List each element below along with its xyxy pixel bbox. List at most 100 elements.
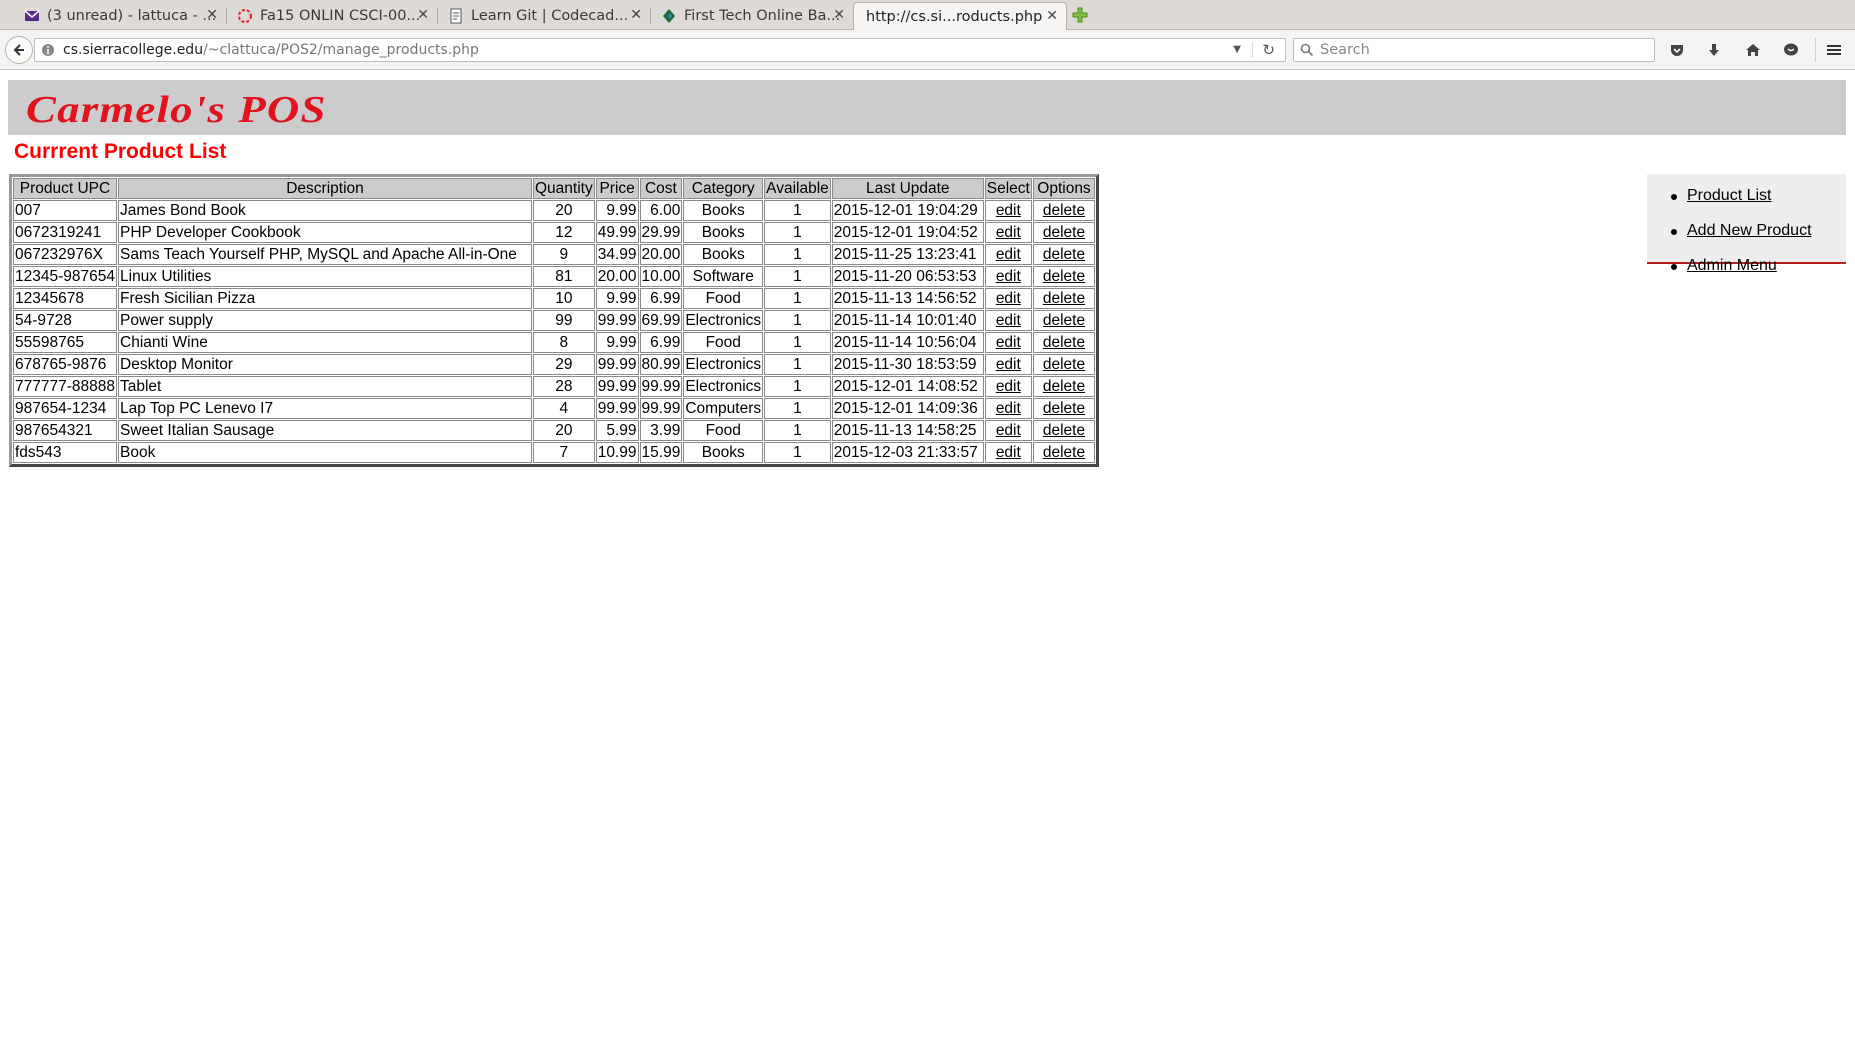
select-cell: edit [984, 266, 1032, 287]
options-cell: delete [1032, 354, 1096, 375]
cost-cell: 29.99 [639, 222, 683, 243]
edit-link[interactable]: edit [996, 444, 1021, 461]
description-cell: Book [118, 442, 532, 463]
download-icon[interactable] [1704, 40, 1724, 60]
new-tab-icon[interactable] [1072, 7, 1088, 23]
delete-link[interactable]: delete [1043, 268, 1085, 285]
cost-cell: 15.99 [639, 442, 683, 463]
reload-icon[interactable]: ↻ [1262, 41, 1275, 59]
tab-label: http://cs.si...roducts.php [866, 9, 1043, 25]
category-cell: Books [683, 222, 764, 243]
quantity-cell: 99 [533, 310, 595, 331]
options-cell: delete [1032, 398, 1096, 419]
quantity-cell: 28 [533, 376, 595, 397]
delete-link[interactable]: delete [1043, 246, 1085, 263]
close-icon[interactable]: ✕ [206, 7, 218, 23]
admin-menu-link[interactable]: Admin Menu [1687, 257, 1777, 274]
product-upc-cell: 777777-88888 [13, 376, 117, 397]
description-cell: PHP Developer Cookbook [118, 222, 532, 243]
product-upc-cell: 12345678 [13, 288, 117, 309]
table-row: 12345678 Fresh Sicilian Pizza 10 9.99 6.99 Fo… [13, 288, 1096, 309]
delete-link[interactable]: delete [1043, 400, 1085, 417]
table-row: 777777-88888 Tablet 28 99.99 99.99 Electronic… [13, 376, 1096, 397]
edit-link[interactable]: edit [996, 312, 1021, 329]
cost-cell: 99.99 [639, 376, 683, 397]
options-cell: delete [1032, 200, 1096, 221]
column-header: Description [118, 178, 532, 199]
options-cell: delete [1032, 376, 1096, 397]
product-upc-cell: 987654-1234 [13, 398, 117, 419]
close-icon[interactable]: ✕ [1046, 8, 1058, 24]
back-button[interactable] [5, 36, 33, 64]
available-cell: 1 [764, 420, 831, 441]
select-cell: edit [984, 332, 1032, 353]
column-header: Last Update [831, 178, 984, 199]
tab-mail[interactable]: (3 unread) - lattuca - ... ✕ [14, 2, 226, 30]
table-row: 0672319241 PHP Developer Cookbook 12 49.99 2… [13, 222, 1096, 243]
delete-link[interactable]: delete [1043, 312, 1085, 329]
home-icon[interactable] [1743, 40, 1763, 60]
close-icon[interactable]: ✕ [833, 7, 845, 23]
cost-cell: 3.99 [639, 420, 683, 441]
quantity-cell: 7 [533, 442, 595, 463]
delete-link[interactable]: delete [1043, 334, 1085, 351]
delete-link[interactable]: delete [1043, 290, 1085, 307]
edit-link[interactable]: edit [996, 334, 1021, 351]
delete-link[interactable]: delete [1043, 224, 1085, 241]
product-upc-cell: 0672319241 [13, 222, 117, 243]
delete-link[interactable]: delete [1043, 444, 1085, 461]
add-new-product-link[interactable]: Add New Product [1687, 222, 1812, 239]
edit-link[interactable]: edit [996, 290, 1021, 307]
close-icon[interactable]: ✕ [417, 7, 429, 23]
table-row: 067232976X Sams Teach Yourself PHP, MySQL… [13, 244, 1096, 265]
delete-link[interactable]: delete [1043, 378, 1085, 395]
quantity-cell: 20 [533, 200, 595, 221]
close-icon[interactable]: ✕ [630, 7, 642, 23]
available-cell: 1 [764, 354, 831, 375]
category-cell: Books [683, 244, 764, 265]
delete-link[interactable]: delete [1043, 422, 1085, 439]
edit-link[interactable]: edit [996, 224, 1021, 241]
table-row: 54-9728 Power supply 99 99.99 69.99 Electroni… [13, 310, 1096, 331]
edit-link[interactable]: edit [996, 202, 1021, 219]
chat-icon[interactable] [1781, 40, 1801, 60]
product-upc-cell: 987654321 [13, 420, 117, 441]
edit-link[interactable]: edit [996, 400, 1021, 417]
pocket-icon[interactable] [1667, 40, 1687, 60]
dropdown-arrow-icon[interactable]: ▼ [1233, 44, 1241, 55]
menu-icon[interactable] [1824, 40, 1844, 60]
product-table: Product UPC Description Quantity Price C… [9, 174, 1100, 467]
tab-current[interactable]: http://cs.si...roducts.php ✕ [853, 2, 1067, 31]
edit-link[interactable]: edit [996, 422, 1021, 439]
available-cell: 1 [764, 244, 831, 265]
price-cell: 9.99 [595, 288, 639, 309]
tab-codecademy[interactable]: Learn Git | Codecad... ✕ [438, 2, 650, 30]
tab-course[interactable]: Fa15 ONLIN CSCI-00... ✕ [227, 2, 437, 30]
page-icon [448, 8, 464, 24]
product-list-link[interactable]: Product List [1687, 187, 1771, 204]
tab-bank[interactable]: First Tech Online Ba... ✕ [651, 2, 853, 30]
description-cell: Desktop Monitor [118, 354, 532, 375]
search-bar[interactable]: Search [1293, 38, 1655, 62]
column-header: Category [683, 178, 764, 199]
quantity-cell: 4 [533, 398, 595, 419]
delete-link[interactable]: delete [1043, 356, 1085, 373]
table-row: 12345-987654 Linux Utilities 81 20.00 10.00 S… [13, 266, 1096, 287]
ring-icon [237, 8, 253, 24]
url-bar[interactable]: cs.sierracollege.edu/~clattuca/POS2/mana… [34, 38, 1286, 62]
available-cell: 1 [764, 222, 831, 243]
select-cell: edit [984, 420, 1032, 441]
options-cell: delete [1032, 222, 1096, 243]
options-cell: delete [1032, 310, 1096, 331]
edit-link[interactable]: edit [996, 356, 1021, 373]
edit-link[interactable]: edit [996, 268, 1021, 285]
page-title: Currrent Product List [14, 140, 227, 163]
delete-link[interactable]: delete [1043, 202, 1085, 219]
last-update-cell: 2015-12-03 21:33:57 [831, 442, 984, 463]
site-info-icon[interactable] [41, 43, 55, 57]
browser-tab-bar: (3 unread) - lattuca - ... ✕ Fa15 ONLIN … [0, 0, 1855, 31]
search-input: Search [1320, 42, 1370, 58]
edit-link[interactable]: edit [996, 246, 1021, 263]
edit-link[interactable]: edit [996, 378, 1021, 395]
price-cell: 9.99 [595, 200, 639, 221]
